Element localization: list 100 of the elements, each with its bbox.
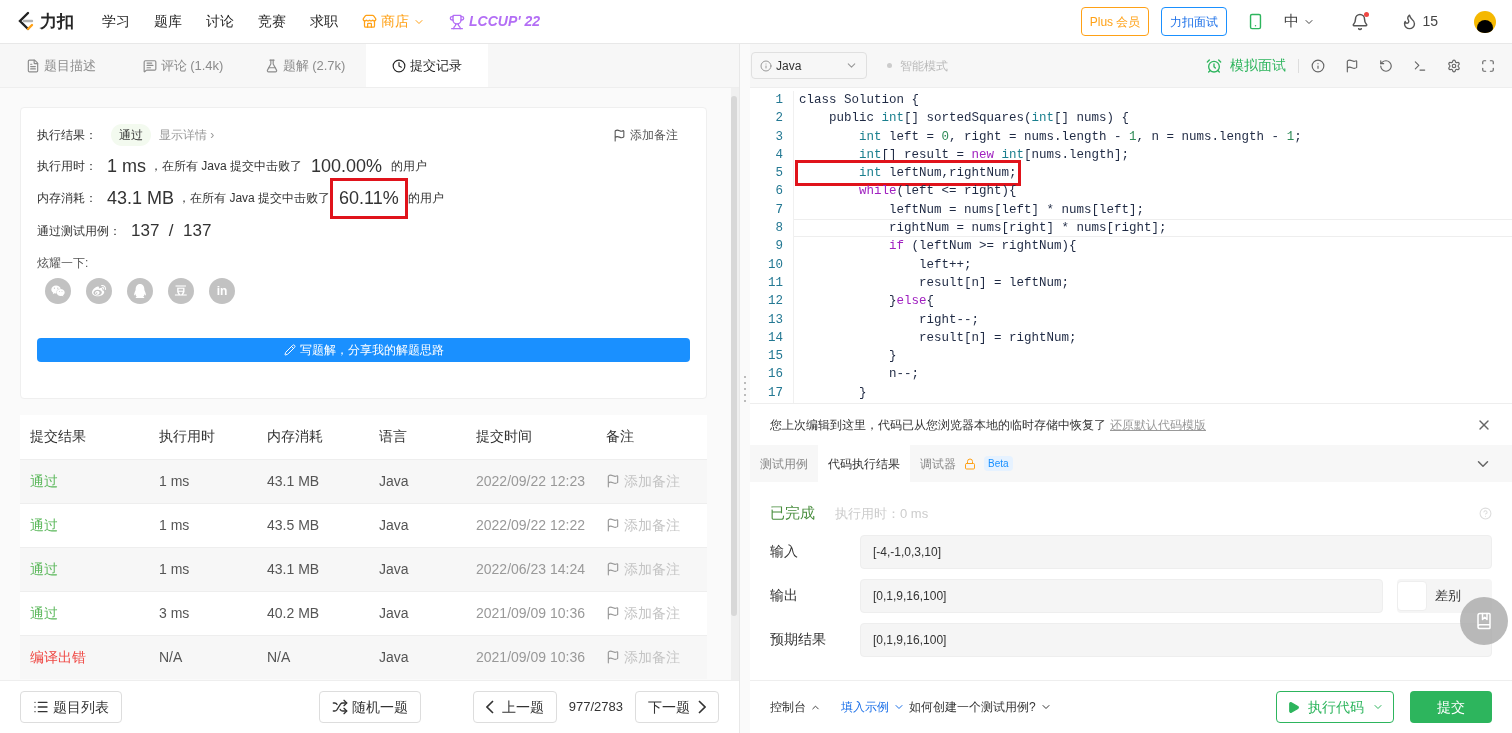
nav-link[interactable]: 商店 [362, 11, 425, 32]
field-label: 输入 [770, 542, 799, 561]
line-number: 3 [775, 128, 783, 146]
code-line: class Solution { [799, 92, 920, 109]
chat-icon [142, 58, 157, 73]
column-header: 提交时间 [476, 427, 533, 446]
code-line: rightNum = nums[right] * nums[right]; [888, 220, 1167, 238]
lock-icon [964, 457, 976, 470]
flag-icon [606, 474, 620, 488]
restore-default-link[interactable]: 还原默认代码模版 [1110, 415, 1206, 434]
console-toggle[interactable]: 控制台 [770, 698, 821, 716]
fullscreen-icon[interactable] [1481, 58, 1495, 73]
flag-icon [606, 650, 620, 664]
diff-toggle[interactable]: 差别 [1397, 578, 1492, 613]
console-tab[interactable]: 测试用例 [750, 445, 818, 482]
list-icon [33, 699, 49, 715]
stat-label: 内存消耗： [37, 190, 98, 207]
nav-link[interactable]: 题库 [154, 11, 182, 32]
flag-icon[interactable] [1345, 58, 1359, 73]
code-line: leftNum = nums[left] * nums[left]; [888, 201, 1145, 219]
brand-name[interactable]: 力扣 [40, 8, 74, 35]
field-label: 输出 [770, 586, 799, 605]
logo-icon[interactable] [16, 10, 36, 33]
flask-icon [264, 58, 279, 73]
notification-bell-icon[interactable] [1351, 12, 1370, 31]
pencil-icon [283, 343, 296, 356]
submit-button[interactable]: 提交 [1410, 691, 1492, 723]
fill-example-button[interactable]: 填入示例 [841, 698, 905, 716]
line-number: 12 [768, 293, 783, 311]
result-cell[interactable]: 通过 [30, 602, 159, 624]
flag-icon [606, 562, 620, 576]
memory-cell-text: N/A [267, 647, 292, 667]
bookmark-icon [1475, 612, 1493, 630]
result-cell[interactable]: 通过 [30, 558, 159, 580]
nav-link[interactable]: 讨论 [206, 11, 234, 32]
line-number: 7 [775, 201, 783, 219]
nav-link[interactable]: LCCUP' 22 [449, 11, 540, 32]
run-code-button[interactable]: 执行代码 [1276, 691, 1394, 723]
run-status: 已完成 [770, 503, 815, 523]
line-number: 16 [768, 366, 783, 384]
nav-link[interactable]: 学习 [102, 11, 130, 32]
result-cell[interactable]: 通过 [30, 514, 159, 536]
tab[interactable]: 题目描述 [0, 44, 122, 87]
language-cell-text: Java [379, 471, 410, 491]
status-badge: 通过 [111, 124, 151, 146]
console-tab[interactable]: 调试器 Beta [910, 445, 1023, 482]
code-line: result[n] = leftNum; [918, 274, 1070, 292]
nav-link[interactable]: 竞赛 [258, 11, 286, 32]
next-problem-button[interactable]: 下一题 [635, 691, 719, 723]
language-cell-text: Java [379, 559, 410, 579]
previous-problem-button[interactable]: 上一题 [472, 691, 557, 723]
add-note-button[interactable]: 添加备注 [613, 126, 678, 144]
stat-value: 1 ms [107, 154, 146, 178]
code-line: while(left <= right){ [858, 183, 1017, 201]
cases-count: 137 / 137 [131, 220, 212, 242]
write-solution-button[interactable]: 写题解，分享我的解题思路 [37, 337, 690, 362]
language-selector[interactable]: 中 [1284, 10, 1316, 33]
code-line: } [888, 348, 897, 366]
language-cell-text: Java [379, 603, 410, 623]
stat-suffix: 的用户 [407, 190, 444, 207]
random-problem-button[interactable]: 随机一题 [318, 691, 421, 723]
plus-membership-button[interactable]: Plus 会员 [1080, 7, 1150, 36]
line-number: 15 [768, 348, 783, 366]
language-select[interactable]: Java [751, 52, 867, 79]
play-icon [1286, 700, 1300, 714]
line-number: 9 [775, 238, 783, 256]
percentile: 60.11% [330, 177, 408, 219]
line-number: 13 [768, 311, 783, 329]
problem-list-button[interactable]: 题目列表 [20, 691, 122, 723]
console-tab[interactable]: 代码执行结果 [818, 445, 910, 482]
time-cell-text: 2022/06/23 14:24 [476, 559, 586, 579]
memory-cell-text: 40.2 MB [267, 603, 321, 623]
tab[interactable]: 提交记录 [366, 44, 488, 87]
runtime-cell-text: 3 ms [159, 603, 191, 623]
result-cell[interactable]: 通过 [30, 470, 159, 492]
memory-cell-text: 43.1 MB [267, 559, 321, 579]
tab[interactable]: 评论 (1.4k) [122, 44, 244, 87]
info-icon[interactable] [1311, 58, 1325, 73]
tab[interactable]: 题解 (2.7k) [244, 44, 366, 87]
info-icon [760, 59, 772, 72]
settings-icon[interactable] [1447, 58, 1461, 73]
time-cell-text: 2021/09/09 10:36 [476, 647, 586, 667]
column-header: 语言 [379, 427, 408, 446]
avatar[interactable] [1474, 10, 1496, 33]
result-field: [0,1,9,16,100] [860, 578, 1383, 613]
percentile: 100.00% [310, 154, 384, 178]
nav-link[interactable]: 求职 [310, 11, 338, 32]
reset-icon[interactable] [1379, 58, 1393, 73]
column-header: 内存消耗 [267, 427, 324, 446]
stat-label: 执行用时： [37, 158, 98, 175]
mock-interview-button[interactable]: 模拟面试 [1206, 55, 1286, 76]
test-case-help-button[interactable]: 如何创建一个测试用例? [909, 698, 1052, 716]
code-line: if (leftNum >= rightNum){ [888, 238, 1077, 256]
field-label: 预期结果 [770, 630, 827, 649]
result-cell[interactable]: 编译出错 [30, 646, 159, 668]
terminal-icon[interactable] [1413, 58, 1427, 73]
details-link[interactable]: 显示详情 › [159, 126, 215, 144]
interview-button[interactable]: 力扣面试 [1161, 7, 1228, 36]
code-line: result[n] = rightNum; [918, 329, 1077, 347]
code-line: int left = 0, right = nums.length - 1, n = nums.length - 1; [858, 128, 1302, 146]
